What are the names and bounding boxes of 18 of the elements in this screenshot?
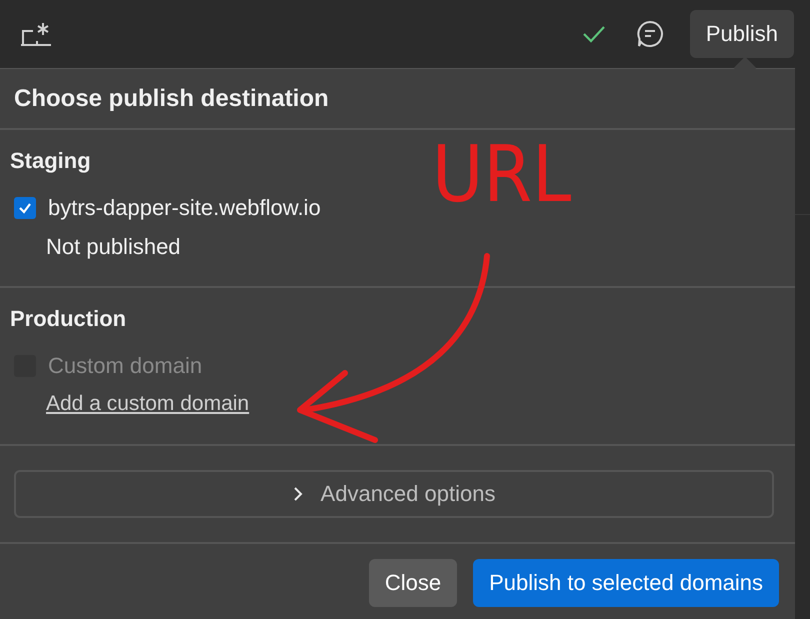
advanced-options-toggle[interactable]: Advanced options <box>14 470 774 518</box>
publish-button[interactable]: Publish <box>690 10 794 58</box>
checkmark-icon <box>18 201 32 215</box>
domain-label: Custom domain <box>48 353 202 379</box>
dialog-title: Choose publish destination <box>0 69 795 130</box>
bracket-asterisk-icon[interactable] <box>19 21 53 47</box>
handwritten-annotation: URL <box>432 136 572 214</box>
add-domain-link[interactable]: Add a custom domain <box>46 392 250 416</box>
close-button[interactable]: Close <box>368 559 458 607</box>
section-title: Production <box>10 306 128 332</box>
checkbox[interactable] <box>14 197 36 219</box>
section-title: Staging <box>10 148 92 174</box>
publish-selected-button[interactable]: Publish to selected domains <box>473 559 779 607</box>
comment-icon[interactable] <box>636 20 664 48</box>
chevron-icon <box>292 487 303 501</box>
checkmark-icon <box>582 25 606 43</box>
publish-status: Not published <box>46 234 182 260</box>
domain-label: bytrs-dapper-site.webflow.io <box>48 195 321 221</box>
